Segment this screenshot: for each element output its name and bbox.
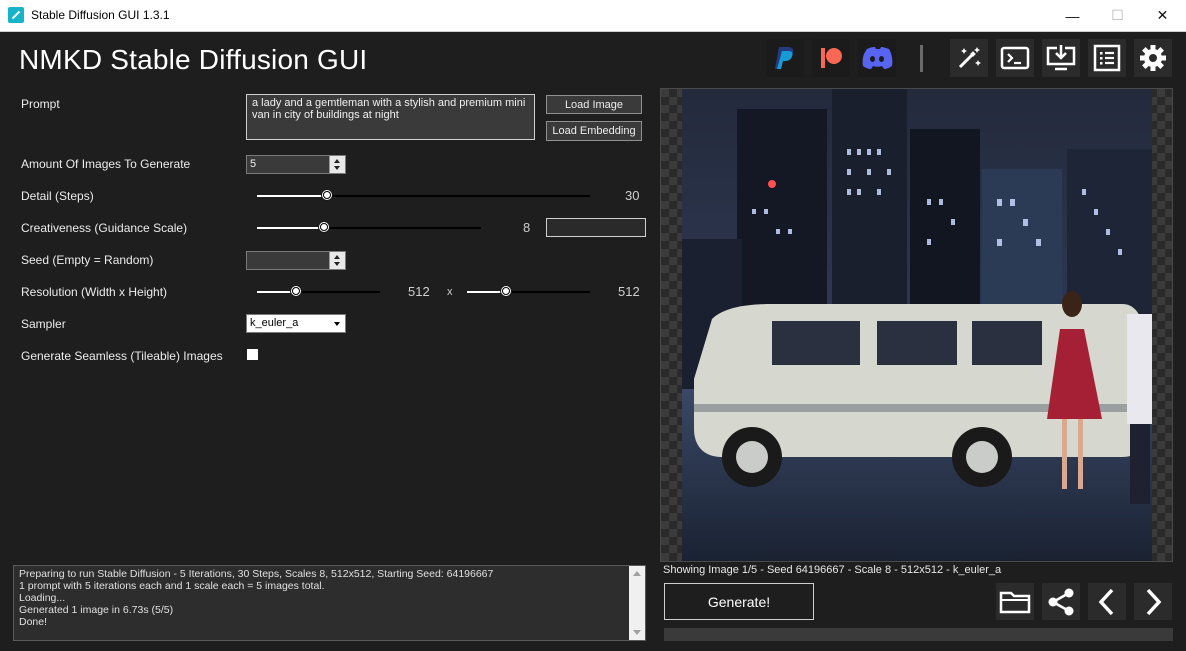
steps-slider-thumb[interactable] xyxy=(321,189,333,201)
scale-slider[interactable] xyxy=(257,221,481,233)
seed-spin-arrows[interactable] xyxy=(329,252,345,269)
prompt-label: Prompt xyxy=(21,97,60,111)
scale-extra-input[interactable] xyxy=(546,218,646,237)
log-line: Preparing to run Stable Diffusion - 5 It… xyxy=(19,568,494,580)
title-bar: Stable Diffusion GUI 1.3.1 — ☐ ✕ xyxy=(0,0,1186,32)
log-line: Generated 1 image in 6.73s (5/5) xyxy=(19,604,174,616)
terminal-icon[interactable] xyxy=(996,39,1034,77)
steps-slider-fill xyxy=(257,195,327,197)
height-slider-thumb[interactable] xyxy=(500,285,512,297)
steps-value: 30 xyxy=(625,188,640,203)
progress-bar xyxy=(664,628,1173,641)
share-icon[interactable] xyxy=(1042,583,1080,620)
amount-spin-arrows[interactable] xyxy=(329,156,345,173)
seed-label: Seed (Empty = Random) xyxy=(21,253,154,267)
generated-image xyxy=(682,89,1152,561)
log-box[interactable]: Preparing to run Stable Diffusion - 5 It… xyxy=(13,565,646,641)
width-value: 512 xyxy=(408,284,430,299)
chevron-left-icon[interactable] xyxy=(1088,583,1126,620)
chevron-down-icon[interactable] xyxy=(329,315,345,332)
generate-button[interactable]: Generate! xyxy=(664,583,814,620)
log-line: 1 prompt with 5 iterations each and 1 sc… xyxy=(19,580,325,592)
app-icon xyxy=(8,7,24,23)
height-slider[interactable] xyxy=(467,285,590,297)
amount-value: 5 xyxy=(250,158,257,170)
scale-value: 8 xyxy=(523,220,531,235)
width-slider-thumb[interactable] xyxy=(290,285,302,297)
discord-icon[interactable] xyxy=(858,39,896,77)
width-slider[interactable] xyxy=(257,285,380,297)
amount-stepper[interactable]: 5 xyxy=(246,155,346,174)
seamless-label: Generate Seamless (Tileable) Images xyxy=(21,349,223,363)
magic-wand-icon[interactable] xyxy=(950,39,988,77)
seed-input[interactable] xyxy=(246,251,346,270)
log-line: Loading... xyxy=(19,592,66,604)
image-preview[interactable] xyxy=(660,88,1173,562)
load-image-button[interactable]: Load Image xyxy=(546,95,642,114)
window-title: Stable Diffusion GUI 1.3.1 xyxy=(31,8,170,22)
scale-slider-fill xyxy=(257,227,324,229)
resolution-separator: x xyxy=(447,286,453,298)
preview-status: Showing Image 1/5 - Seed 64196667 - Scal… xyxy=(663,564,1002,576)
patreon-icon[interactable] xyxy=(812,39,850,77)
chevron-right-icon[interactable] xyxy=(1134,583,1172,620)
sampler-label: Sampler xyxy=(21,317,66,331)
scale-slider-thumb[interactable] xyxy=(318,221,330,233)
header-divider xyxy=(920,45,923,72)
log-line: Done! xyxy=(19,616,48,628)
maximize-button[interactable]: ☐ xyxy=(1095,0,1140,31)
gear-icon[interactable] xyxy=(1134,39,1172,77)
sampler-select[interactable]: k_euler_a xyxy=(246,314,346,333)
scale-label: Creativeness (Guidance Scale) xyxy=(21,221,188,235)
amount-label: Amount Of Images To Generate xyxy=(21,157,191,171)
resolution-label: Resolution (Width x Height) xyxy=(21,285,168,299)
folder-icon[interactable] xyxy=(996,583,1034,620)
install-icon[interactable] xyxy=(1042,39,1080,77)
app-title: NMKD Stable Diffusion GUI xyxy=(19,44,368,75)
prompt-input[interactable]: a lady and a gemtleman with a stylish an… xyxy=(246,94,535,140)
steps-slider[interactable] xyxy=(257,189,590,201)
close-button[interactable]: ✕ xyxy=(1140,0,1185,31)
list-icon[interactable] xyxy=(1088,39,1126,77)
load-embedding-button[interactable]: Load Embedding xyxy=(546,121,642,141)
sampler-value: k_euler_a xyxy=(250,317,299,329)
seamless-checkbox[interactable] xyxy=(247,349,258,360)
log-scrollbar[interactable] xyxy=(629,566,645,640)
paypal-icon[interactable] xyxy=(766,39,804,77)
height-value: 512 xyxy=(618,284,640,299)
minimize-button[interactable]: — xyxy=(1050,0,1095,31)
steps-label: Detail (Steps) xyxy=(21,189,94,203)
